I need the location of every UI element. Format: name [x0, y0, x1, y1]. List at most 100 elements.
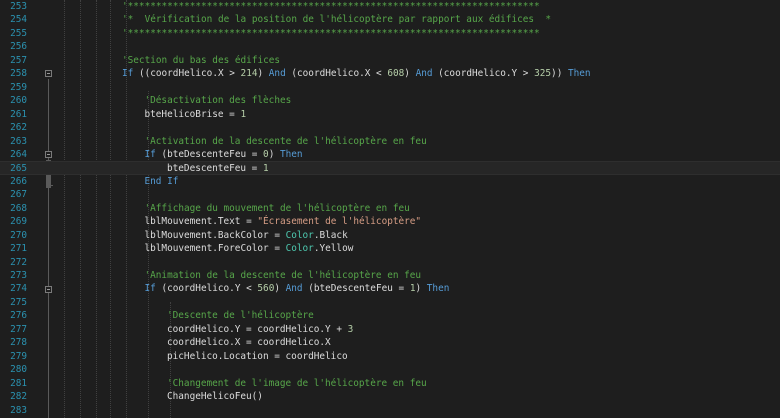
code-line[interactable]: 261 bteHelicoBrise = 1	[0, 108, 780, 122]
code-token: Then	[280, 148, 303, 160]
code-token: 'Section du bas des édifices	[122, 54, 281, 66]
code-token: If	[122, 68, 134, 80]
code-token: )	[268, 148, 280, 160]
code-line[interactable]: 254 '* Vérification de la position de l'h…	[0, 13, 780, 27]
line-number: 269	[10, 216, 27, 228]
code-token: End If	[144, 175, 179, 187]
code-line[interactable]: 276 'Descente de l'hélicoptère	[0, 309, 780, 323]
code-token: )	[257, 68, 269, 80]
code-text: 'Descente de l'hélicoptère	[167, 309, 314, 323]
code-text: '***************************************…	[122, 0, 540, 14]
code-token: And	[415, 68, 433, 80]
code-token: (coordHelico.Y >	[432, 68, 535, 80]
line-number: 271	[10, 243, 27, 255]
code-token: 214	[240, 68, 258, 80]
code-line[interactable]: 270 lblMouvement.BackColor = Color.Black	[0, 229, 780, 243]
code-token: (coordHelico.X <	[285, 68, 388, 80]
code-token: 'Affichage du mouvement de l'hélicoptère…	[144, 202, 410, 214]
code-line[interactable]: 268 'Affichage du mouvement de l'hélicopt…	[0, 202, 780, 216]
code-line[interactable]: 283	[0, 404, 780, 418]
code-token: And	[268, 68, 286, 80]
code-text: lblMouvement.ForeColor = Color.Yellow	[145, 242, 354, 256]
line-number: 260	[10, 95, 27, 107]
code-token: (bteDescenteFeu =	[155, 148, 264, 160]
code-line[interactable]: 273 'Animation de la descente de l'hélico…	[0, 269, 780, 283]
code-line[interactable]: 279 picHelico.Location = coordHelico	[0, 350, 780, 364]
line-number: 272	[10, 256, 27, 268]
code-token: 'Descente de l'hélicoptère	[167, 310, 314, 322]
line-number: 274	[10, 283, 27, 295]
code-token: 3	[347, 323, 354, 335]
code-token: coordHelico.X = coordHelico.X	[167, 337, 331, 349]
code-line[interactable]: 269 lblMouvement.Text = "Écrasement de l'…	[0, 215, 780, 229]
code-token: '***************************************…	[122, 1, 540, 12]
code-text: coordHelico.X = coordHelico.X	[167, 336, 331, 350]
code-text: 'Animation de la descente de l'hélicoptè…	[145, 269, 422, 283]
line-number: 270	[10, 229, 27, 241]
code-token: ((coordHelico.X >	[133, 68, 241, 80]
line-number: 254	[10, 14, 27, 26]
code-line[interactable]: 272	[0, 256, 780, 270]
code-line[interactable]: 281 'Changement de l'image de l'hélicoptè…	[0, 377, 780, 391]
code-line[interactable]: 275	[0, 296, 780, 310]
code-token: If	[144, 148, 156, 160]
code-token: bteDescenteFeu =	[167, 163, 263, 175]
code-line[interactable]: 257 'Section du bas des édifices	[0, 54, 780, 68]
code-token: .Black	[313, 229, 348, 241]
line-number: 280	[10, 364, 27, 376]
code-text: 'Section du bas des édifices	[122, 54, 280, 68]
code-line[interactable]: 282 ChangeHelicoFeu()	[0, 390, 780, 404]
code-token: (coordHelico.Y <	[155, 283, 258, 295]
code-text: 'Activation de la descente de l'hélicopt…	[145, 135, 427, 149]
code-text: lblMouvement.BackColor = Color.Black	[145, 229, 348, 243]
code-token: )	[274, 283, 286, 295]
code-text: coordHelico.Y = coordHelico.Y + 3	[167, 323, 353, 337]
code-line[interactable]: 256	[0, 40, 780, 54]
line-number: 266	[10, 175, 27, 187]
code-token: 608	[387, 68, 405, 80]
line-number: 278	[10, 337, 27, 349]
code-token: '***************************************…	[122, 27, 540, 39]
code-editor[interactable]: 253 '************************************…	[0, 0, 780, 418]
code-line[interactable]: 271 lblMouvement.ForeColor = Color.Yellow	[0, 242, 780, 256]
line-number: 273	[10, 270, 27, 281]
code-line[interactable]: 280	[0, 363, 780, 377]
code-token: If	[144, 283, 156, 295]
code-token: lblMouvement.Text =	[144, 216, 258, 228]
code-text: 'Changement de l'image de l'hélicoptère …	[167, 377, 427, 391]
code-token: Color	[285, 229, 314, 241]
code-line[interactable]: 278 coordHelico.X = coordHelico.X	[0, 336, 780, 350]
line-number: 277	[10, 323, 27, 335]
code-line[interactable]: 263 'Activation de la descente de l'hélic…	[0, 135, 780, 149]
line-number: 282	[10, 391, 27, 403]
line-number: 267	[10, 189, 27, 201]
code-line[interactable]: 259	[0, 81, 780, 95]
code-line[interactable]: 260 'Désactivation des flèches	[0, 94, 780, 108]
line-number: 264	[10, 148, 27, 160]
code-token: 1	[240, 108, 247, 120]
code-text: '***************************************…	[122, 27, 540, 41]
code-line[interactable]: 277 coordHelico.Y = coordHelico.Y + 3	[0, 323, 780, 337]
code-token: ChangeHelicoFeu()	[167, 391, 263, 403]
line-number: 259	[10, 81, 27, 93]
code-line[interactable]: 255 '************************************…	[0, 27, 780, 41]
code-line[interactable]: 264 If (bteDescenteFeu = 0) Then	[0, 148, 780, 162]
code-line[interactable]: 253 '************************************…	[0, 0, 780, 14]
code-line[interactable]: 267	[0, 188, 780, 202]
code-text: lblMouvement.Text = "Écrasement de l'hél…	[145, 215, 422, 229]
line-number: 279	[10, 350, 27, 362]
code-line[interactable]: 274 If (coordHelico.Y < 560) And (bteDesc…	[0, 282, 780, 296]
code-token: coordHelico.Y = coordHelico.Y +	[167, 323, 348, 335]
code-token: Color	[285, 243, 314, 255]
code-line[interactable]: 265 bteDescenteFeu = 1	[0, 161, 780, 175]
code-text: bteHelicoBrise = 1	[145, 108, 247, 122]
code-line[interactable]: 262	[0, 121, 780, 135]
code-token: Then	[426, 283, 450, 295]
line-number: 275	[10, 296, 27, 308]
code-line[interactable]: 258 If ((coordHelico.X > 214) And (coordH…	[0, 67, 780, 81]
line-number: 256	[10, 41, 27, 53]
code-text: ChangeHelicoFeu()	[167, 390, 263, 404]
code-text: If (bteDescenteFeu = 0) Then	[145, 148, 303, 162]
code-line[interactable]: 266 End If	[0, 175, 780, 189]
code-token: 'Animation de la descente de l'hélicoptè…	[144, 270, 422, 281]
